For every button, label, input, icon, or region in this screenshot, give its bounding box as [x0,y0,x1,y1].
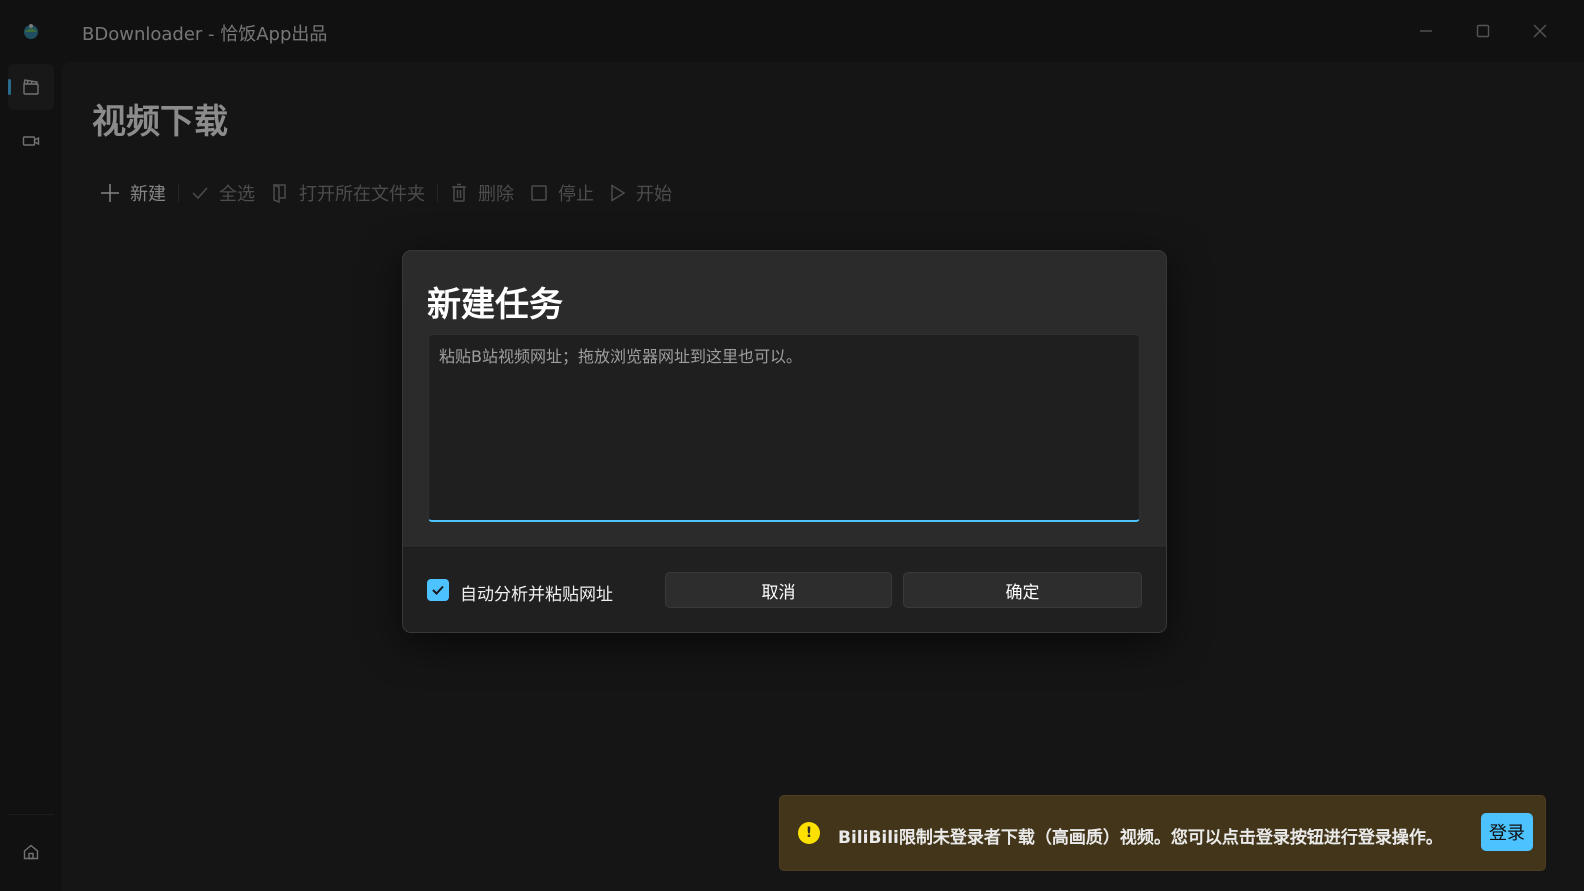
new-task-dialog: 新建任务 粘贴B站视频网址；拖放浏览器网址到这里也可以。 自动分析并粘贴网址 取… [402,250,1167,633]
confirm-button[interactable]: 确定 [903,572,1142,608]
dialog-footer: 自动分析并粘贴网址 取消 确定 [403,547,1166,632]
warning-icon: ! [798,822,820,844]
login-warning-infobar: ! BiliBili限制未登录者下载（高画质）视频。您可以点击登录按钮进行登录操… [779,795,1546,871]
cancel-button[interactable]: 取消 [665,572,892,608]
login-button[interactable]: 登录 [1481,813,1533,851]
url-input[interactable]: 粘贴B站视频网址；拖放浏览器网址到这里也可以。 [428,334,1140,522]
dialog-title: 新建任务 [427,285,563,325]
auto-paste-checkbox[interactable] [427,579,449,601]
checkmark-icon [432,585,444,595]
url-placeholder: 粘贴B站视频网址；拖放浏览器网址到这里也可以。 [439,347,802,366]
infobar-message: BiliBili限制未登录者下载（高画质）视频。您可以点击登录按钮进行登录操作。 [838,828,1443,848]
auto-paste-label[interactable]: 自动分析并粘贴网址 [460,580,613,605]
